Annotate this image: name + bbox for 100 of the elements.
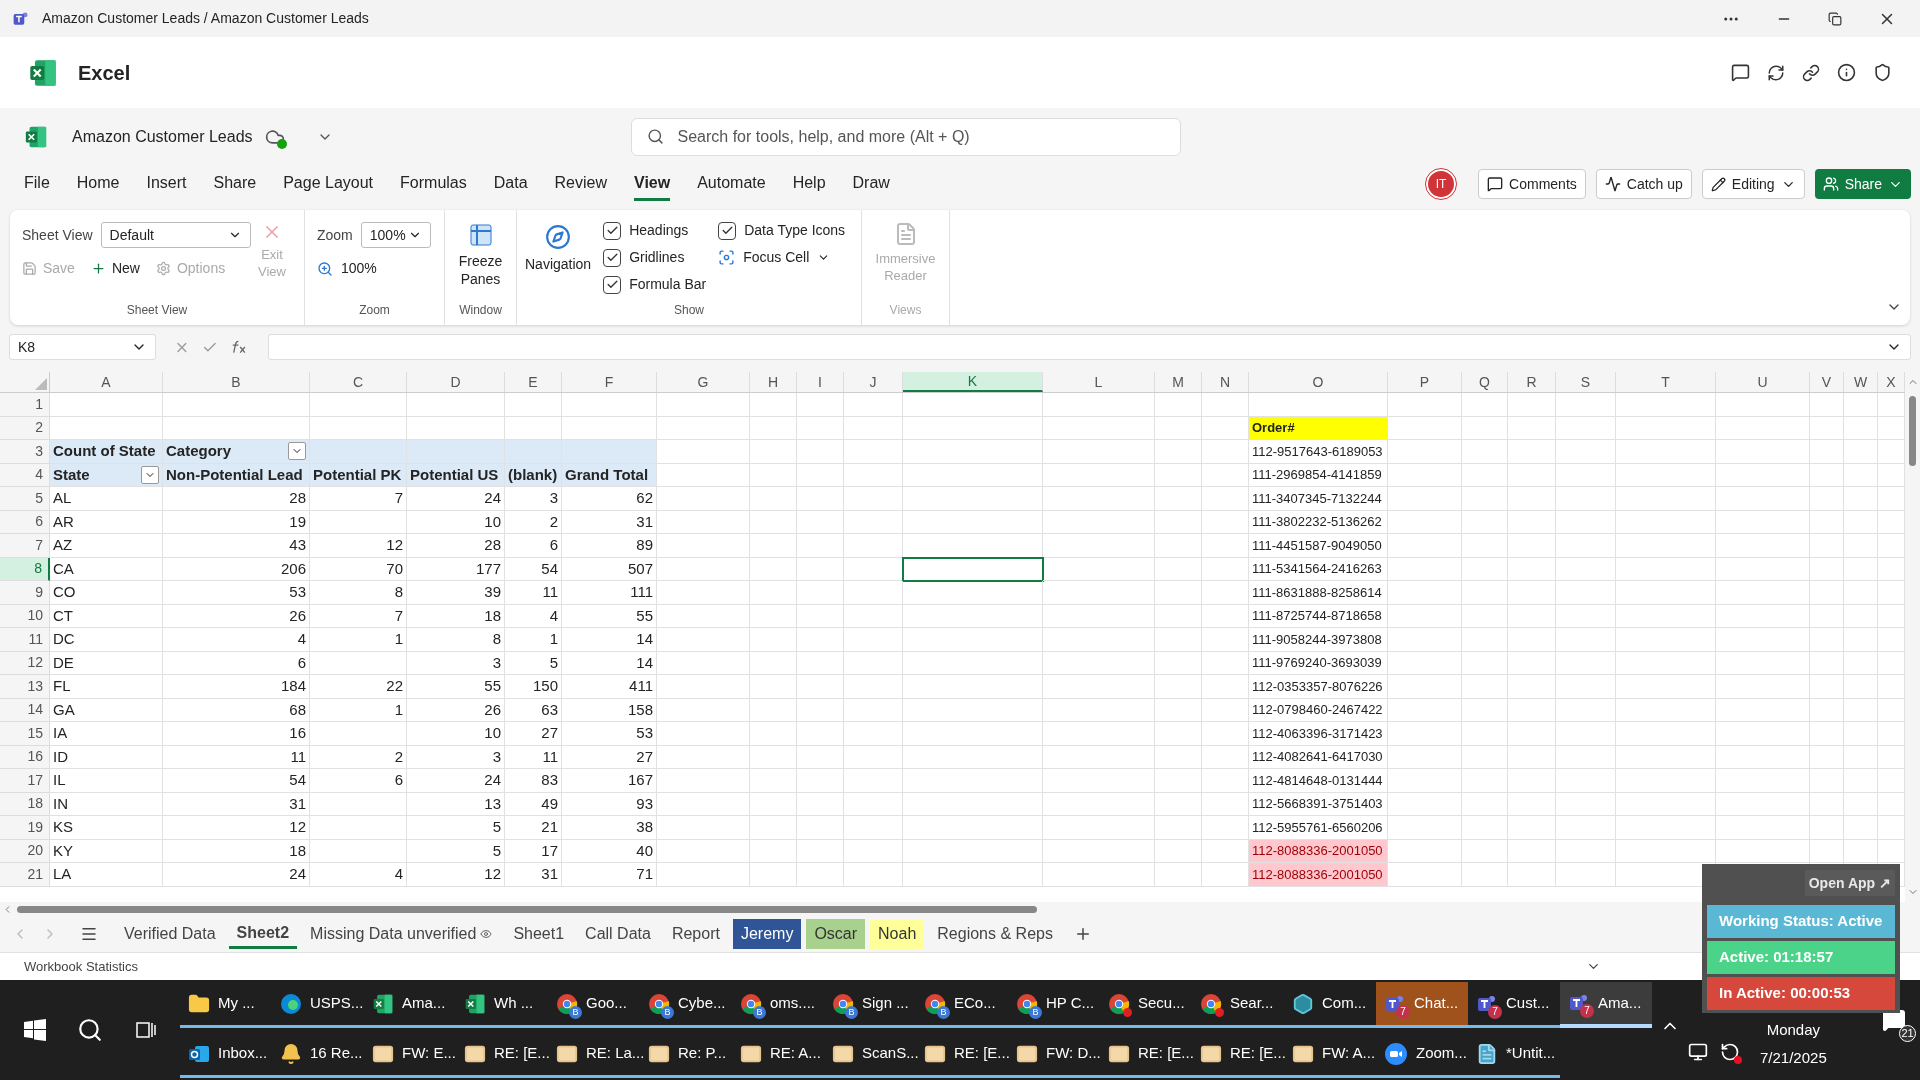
menu-tab[interactable]: Formulas — [400, 167, 467, 201]
table-cell[interactable] — [1388, 698, 1462, 722]
table-cell[interactable] — [1388, 651, 1462, 675]
table-cell[interactable]: 11 — [163, 745, 310, 769]
table-cell[interactable] — [1043, 863, 1155, 887]
row-header[interactable]: 20 — [0, 839, 50, 863]
table-cell[interactable]: 14 — [562, 651, 657, 675]
table-cell[interactable] — [1844, 534, 1878, 558]
table-cell[interactable]: 31 — [562, 510, 657, 534]
table-cell[interactable] — [1202, 510, 1249, 534]
column-header[interactable]: V — [1810, 372, 1844, 392]
taskbar-item[interactable]: Wh ... — [456, 982, 548, 1028]
table-cell[interactable] — [844, 510, 903, 534]
table-cell[interactable] — [657, 604, 750, 628]
table-cell[interactable] — [1462, 675, 1508, 699]
column-header[interactable]: A — [50, 372, 163, 392]
checkbox[interactable] — [603, 275, 622, 294]
table-cell[interactable] — [844, 651, 903, 675]
taskbar-item[interactable]: My ... — [180, 982, 272, 1028]
table-cell[interactable] — [797, 487, 844, 511]
table-cell[interactable] — [1508, 651, 1556, 675]
column-header[interactable]: S — [1556, 372, 1616, 392]
row-header[interactable]: 9 — [0, 581, 50, 605]
table-cell[interactable] — [1508, 604, 1556, 628]
table-cell[interactable]: AZ — [50, 534, 163, 558]
table-cell[interactable] — [1556, 604, 1616, 628]
table-cell[interactable]: 14 — [562, 628, 657, 652]
table-cell[interactable] — [1616, 463, 1716, 487]
table-cell[interactable]: 2 — [505, 510, 562, 534]
table-cell[interactable] — [657, 816, 750, 840]
sheet-tab[interactable]: Missing Data unverified — [302, 919, 501, 949]
menu-tab[interactable]: Review — [554, 167, 607, 201]
table-cell[interactable] — [1556, 745, 1616, 769]
table-cell[interactable] — [657, 581, 750, 605]
table-cell[interactable]: 112-5668391-3751403 — [1249, 792, 1388, 816]
sheet-tab[interactable]: Regions & Reps — [929, 919, 1061, 949]
table-cell[interactable] — [903, 557, 1043, 581]
table-cell[interactable] — [1844, 487, 1878, 511]
table-cell[interactable]: 22 — [310, 675, 407, 699]
table-cell[interactable] — [1155, 839, 1202, 863]
table-cell[interactable] — [1716, 675, 1810, 699]
row-header[interactable]: 5 — [0, 487, 50, 511]
catchup-button[interactable]: Catch up — [1595, 169, 1692, 199]
taskbar-item[interactable]: 7 Chat... — [1376, 982, 1468, 1028]
table-cell[interactable] — [1202, 628, 1249, 652]
table-cell[interactable]: 111-9769240-3693039 — [1249, 651, 1388, 675]
table-cell[interactable] — [657, 534, 750, 558]
table-cell[interactable] — [1388, 534, 1462, 558]
table-cell[interactable]: 6 — [310, 769, 407, 793]
menu-tab[interactable]: File — [24, 167, 50, 201]
table-cell[interactable] — [1716, 769, 1810, 793]
taskbar-item[interactable]: RE: [E... — [456, 1032, 548, 1078]
table-cell[interactable] — [1508, 393, 1556, 417]
menu-tab[interactable]: Help — [792, 167, 826, 201]
table-cell[interactable] — [1202, 745, 1249, 769]
table-cell[interactable] — [1155, 393, 1202, 417]
table-cell[interactable] — [797, 863, 844, 887]
table-cell[interactable] — [505, 393, 562, 417]
taskbar-item[interactable]: B oms.... — [732, 982, 824, 1028]
row-header[interactable]: 13 — [0, 675, 50, 699]
taskbar-item[interactable]: Zoom... — [1376, 1032, 1468, 1078]
table-cell[interactable]: 93 — [562, 792, 657, 816]
menu-tab[interactable]: View — [634, 167, 671, 201]
table-cell[interactable] — [844, 416, 903, 440]
table-cell[interactable]: 111-9058244-3973808 — [1249, 628, 1388, 652]
horizontal-scrollbar[interactable] — [17, 905, 1037, 913]
table-cell[interactable] — [657, 675, 750, 699]
table-cell[interactable] — [1556, 839, 1616, 863]
table-cell[interactable]: 63 — [505, 698, 562, 722]
row-header[interactable]: 21 — [0, 863, 50, 887]
table-cell[interactable] — [797, 839, 844, 863]
table-cell[interactable]: 18 — [407, 604, 505, 628]
table-cell[interactable]: 28 — [163, 487, 310, 511]
table-cell[interactable] — [844, 393, 903, 417]
table-cell[interactable]: 40 — [562, 839, 657, 863]
table-cell[interactable]: 4 — [505, 604, 562, 628]
table-cell[interactable] — [1388, 581, 1462, 605]
table-cell[interactable] — [1616, 816, 1716, 840]
search-icon[interactable] — [77, 1017, 103, 1043]
table-cell[interactable] — [1388, 816, 1462, 840]
table-cell[interactable] — [1388, 557, 1462, 581]
taskbar-item[interactable]: RE: A... — [732, 1032, 824, 1078]
table-cell[interactable]: CA — [50, 557, 163, 581]
table-cell[interactable] — [1844, 581, 1878, 605]
table-cell[interactable] — [1810, 487, 1844, 511]
table-cell[interactable] — [1556, 557, 1616, 581]
table-cell[interactable] — [1155, 698, 1202, 722]
table-cell[interactable] — [1202, 816, 1249, 840]
table-cell[interactable] — [1716, 393, 1810, 417]
windows-start-icon[interactable] — [23, 1019, 46, 1041]
table-cell[interactable] — [1844, 604, 1878, 628]
table-cell[interactable] — [1155, 628, 1202, 652]
table-cell[interactable] — [1202, 581, 1249, 605]
sheet-tab[interactable]: Sheet2 — [228, 919, 298, 949]
table-cell[interactable]: 4 — [163, 628, 310, 652]
table-cell[interactable] — [1462, 769, 1508, 793]
table-cell[interactable] — [1462, 604, 1508, 628]
taskbar-item[interactable]: FW: D... — [1008, 1032, 1100, 1078]
table-cell[interactable]: 112-9517643-6189053 — [1249, 440, 1388, 464]
table-cell[interactable] — [505, 440, 562, 464]
